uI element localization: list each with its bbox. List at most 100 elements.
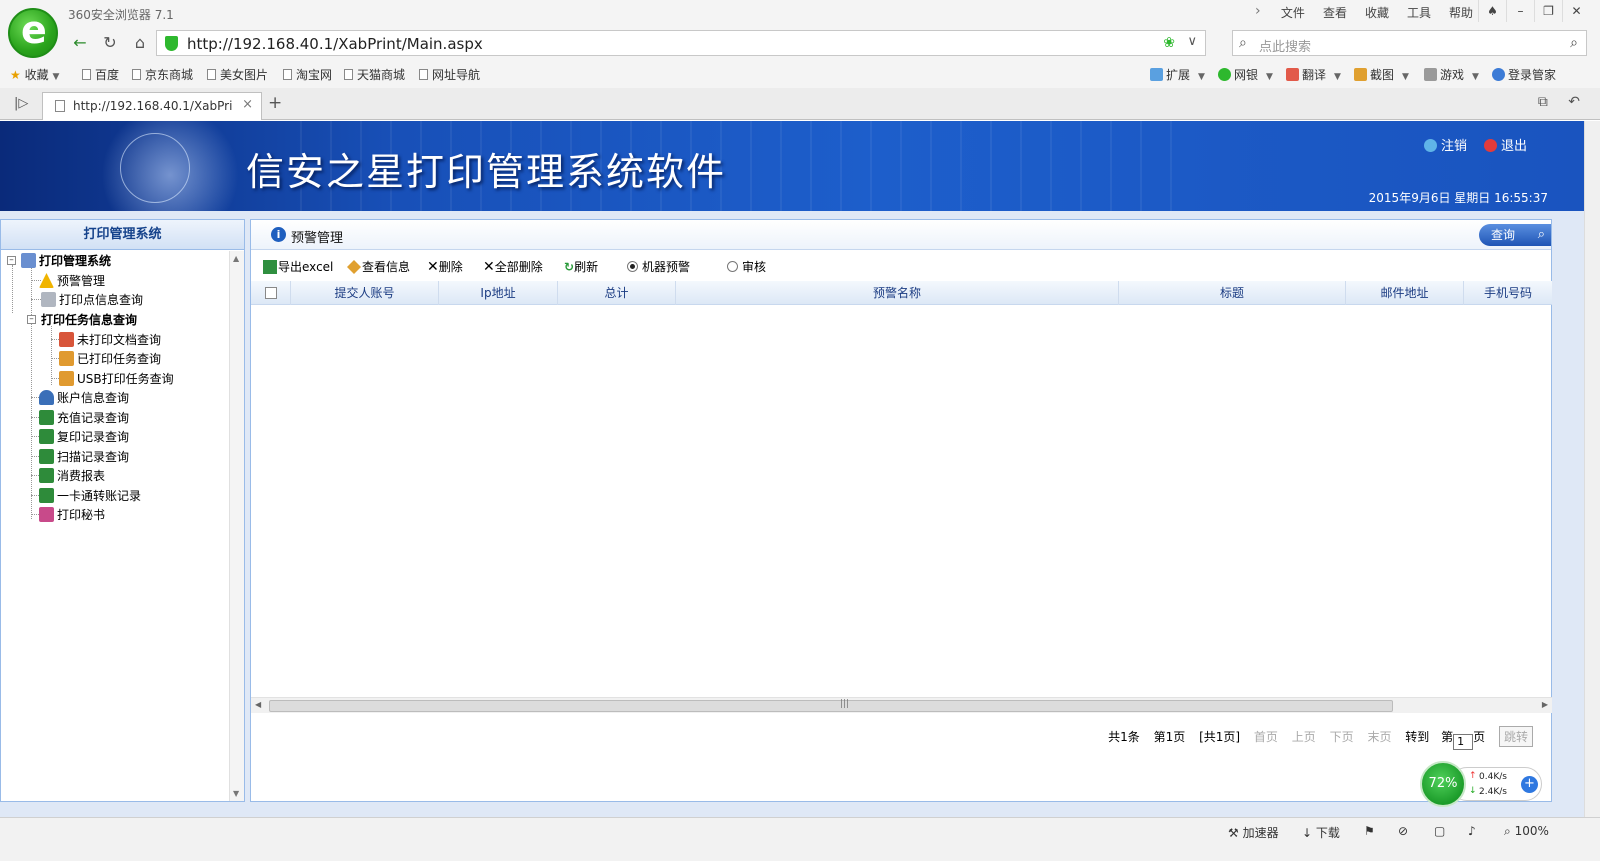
- menu-view[interactable]: 查看: [1314, 4, 1356, 21]
- menu-file[interactable]: 文件: [1272, 4, 1314, 21]
- jump-button[interactable]: 跳转: [1498, 726, 1533, 747]
- col-total[interactable]: 总计: [558, 281, 676, 305]
- extensions-button[interactable]: 扩展 ▼: [1150, 66, 1205, 83]
- scroll-up-icon[interactable]: ▲: [233, 254, 239, 263]
- maximize-button[interactable]: ❐: [1534, 0, 1562, 22]
- url-text[interactable]: http://192.168.40.1/XabPrint/Main.aspx: [187, 35, 483, 53]
- radio-machine-alert[interactable]: 机器预警: [627, 258, 690, 275]
- tree-root[interactable]: 打印管理系统: [21, 252, 111, 269]
- tree-item-consume[interactable]: 消费报表: [39, 467, 105, 484]
- pager-first[interactable]: 首页: [1254, 730, 1278, 744]
- menu-favorites[interactable]: 收藏: [1356, 4, 1398, 21]
- url-field[interactable]: http://192.168.40.1/XabPrint/Main.aspx ❀…: [156, 30, 1206, 56]
- login-manager-button[interactable]: 登录管家: [1492, 66, 1556, 83]
- grid-horizontal-scrollbar[interactable]: ◀ ||| ▶: [251, 697, 1552, 713]
- close-button[interactable]: ✕: [1562, 0, 1590, 22]
- radio-audit[interactable]: 审核: [727, 258, 766, 275]
- page-icon: [55, 100, 65, 112]
- ebank-button[interactable]: 网银 ▼: [1218, 66, 1273, 83]
- page-scrollbar[interactable]: [1584, 121, 1600, 817]
- col-submitter[interactable]: 提交人账号: [291, 281, 439, 305]
- screenshot-button[interactable]: 截图 ▼: [1354, 66, 1409, 83]
- favorites-menu[interactable]: ★ 收藏 ▼: [10, 66, 59, 83]
- col-ip[interactable]: Ip地址: [439, 281, 558, 305]
- feedback-icon[interactable]: ⚑: [1364, 824, 1375, 838]
- fav-taobao[interactable]: 淘宝网: [283, 66, 332, 83]
- fav-nav[interactable]: 网址导航: [419, 66, 480, 83]
- home-icon[interactable]: ⌂: [128, 32, 152, 54]
- back-icon[interactable]: ←: [68, 32, 92, 54]
- tree-item-secretary[interactable]: 打印秘书: [39, 506, 105, 523]
- add-icon[interactable]: +: [1521, 776, 1538, 793]
- new-tab-button[interactable]: +: [268, 93, 282, 113]
- collapse-icon[interactable]: –: [27, 315, 36, 324]
- window-mode-icon[interactable]: ▢: [1434, 824, 1445, 838]
- tree-group-tasks[interactable]: 打印任务信息查询: [41, 311, 137, 328]
- browser-mode-icon[interactable]: ⊘: [1398, 824, 1408, 838]
- tree-item-card-transfer[interactable]: 一卡通转账记录: [39, 487, 141, 504]
- collapse-icon[interactable]: –: [7, 256, 16, 265]
- refresh-icon[interactable]: ↻: [98, 32, 122, 54]
- tree-item-account[interactable]: 账户信息查询: [39, 389, 129, 406]
- tab-main[interactable]: http://192.168.40.1/XabPrint/ ×: [42, 92, 262, 120]
- search-icon[interactable]: ⌕: [1570, 35, 1578, 51]
- select-all-checkbox[interactable]: [265, 287, 277, 299]
- restore-tab-icon[interactable]: ⧉: [1538, 94, 1548, 110]
- scroll-thumb[interactable]: |||: [269, 699, 1393, 712]
- menu-help[interactable]: 帮助: [1440, 4, 1482, 21]
- tree-item-print-point[interactable]: 打印点信息查询: [41, 291, 143, 308]
- chevron-down-icon[interactable]: ∨: [1187, 34, 1197, 49]
- col-alert-name[interactable]: 预警名称: [676, 281, 1119, 305]
- tree-item-usb[interactable]: USB打印任务查询: [59, 370, 174, 387]
- tree-item-recharge[interactable]: 充值记录查询: [39, 409, 129, 426]
- pager-prev[interactable]: 上页: [1292, 730, 1316, 744]
- search-engine-icon[interactable]: ⌕: [1239, 35, 1247, 51]
- scroll-left-icon[interactable]: ◀: [255, 700, 261, 709]
- zoom-control[interactable]: ⌕ 100%: [1504, 824, 1549, 839]
- fav-tmall[interactable]: 天猫商城: [344, 66, 405, 83]
- accelerator-button[interactable]: ⚒ 加速器: [1228, 824, 1279, 841]
- delete-all-button[interactable]: ✕全部删除: [483, 258, 543, 275]
- compat-mode-icon[interactable]: ❀: [1163, 35, 1175, 51]
- browser-logo[interactable]: [8, 8, 58, 58]
- col-email[interactable]: 邮件地址: [1346, 281, 1464, 305]
- refresh-button[interactable]: ↻刷新: [564, 258, 598, 275]
- chevron-right-icon[interactable]: ›: [1255, 3, 1261, 19]
- undo-close-icon[interactable]: ↶: [1568, 94, 1580, 110]
- nav-panel-title: 打印管理系统: [1, 220, 244, 250]
- col-title[interactable]: 标题: [1119, 281, 1346, 305]
- export-excel-button[interactable]: 导出excel: [263, 258, 333, 275]
- pager-last[interactable]: 末页: [1367, 730, 1391, 744]
- minimize-button[interactable]: –: [1506, 0, 1534, 22]
- pager-next[interactable]: 下页: [1330, 730, 1354, 744]
- tree-item-unprinted[interactable]: 未打印文档查询: [59, 331, 161, 348]
- tree-item-copy[interactable]: 复印记录查询: [39, 428, 129, 445]
- tree-item-alert[interactable]: 预警管理: [39, 272, 105, 289]
- col-phone[interactable]: 手机号码: [1464, 281, 1552, 305]
- logout-link[interactable]: 注销: [1424, 135, 1467, 154]
- tree-item-scan[interactable]: 扫描记录查询: [39, 448, 129, 465]
- fav-jd[interactable]: 京东商城: [132, 66, 193, 83]
- menu-tools[interactable]: 工具: [1398, 4, 1440, 21]
- view-info-button[interactable]: 查看信息: [347, 258, 410, 275]
- translate-button[interactable]: 翻译 ▼: [1286, 66, 1341, 83]
- nav-scrollbar[interactable]: ▲ ▼: [229, 251, 244, 801]
- network-speed-widget[interactable]: 72% ↑ 0.4K/s ↓ 2.4K/s +: [1420, 761, 1544, 807]
- page-number-input[interactable]: 1: [1453, 734, 1474, 750]
- download-button[interactable]: ↓ 下载: [1302, 824, 1340, 841]
- search-input[interactable]: ⌕ 点此搜索 ⌕: [1232, 30, 1587, 56]
- tree-item-printed[interactable]: 已打印任务查询: [59, 350, 161, 367]
- games-button[interactable]: 游戏 ▼: [1424, 66, 1479, 83]
- delete-button[interactable]: ✕删除: [427, 258, 463, 275]
- query-button[interactable]: 查询 ⌕: [1479, 224, 1551, 246]
- speed-percent[interactable]: 72%: [1420, 761, 1466, 807]
- close-tab-icon[interactable]: ×: [242, 97, 253, 112]
- fav-pictures[interactable]: 美女图片: [207, 66, 268, 83]
- scroll-down-icon[interactable]: ▼: [233, 789, 239, 798]
- exit-link[interactable]: 退出: [1484, 135, 1527, 154]
- skin-icon[interactable]: ♠: [1478, 0, 1506, 22]
- scroll-right-icon[interactable]: ▶: [1542, 700, 1548, 709]
- sidebar-toggle-icon[interactable]: |▷: [14, 96, 28, 111]
- fav-baidu[interactable]: 百度: [82, 66, 119, 83]
- volume-icon[interactable]: ♪: [1468, 824, 1476, 838]
